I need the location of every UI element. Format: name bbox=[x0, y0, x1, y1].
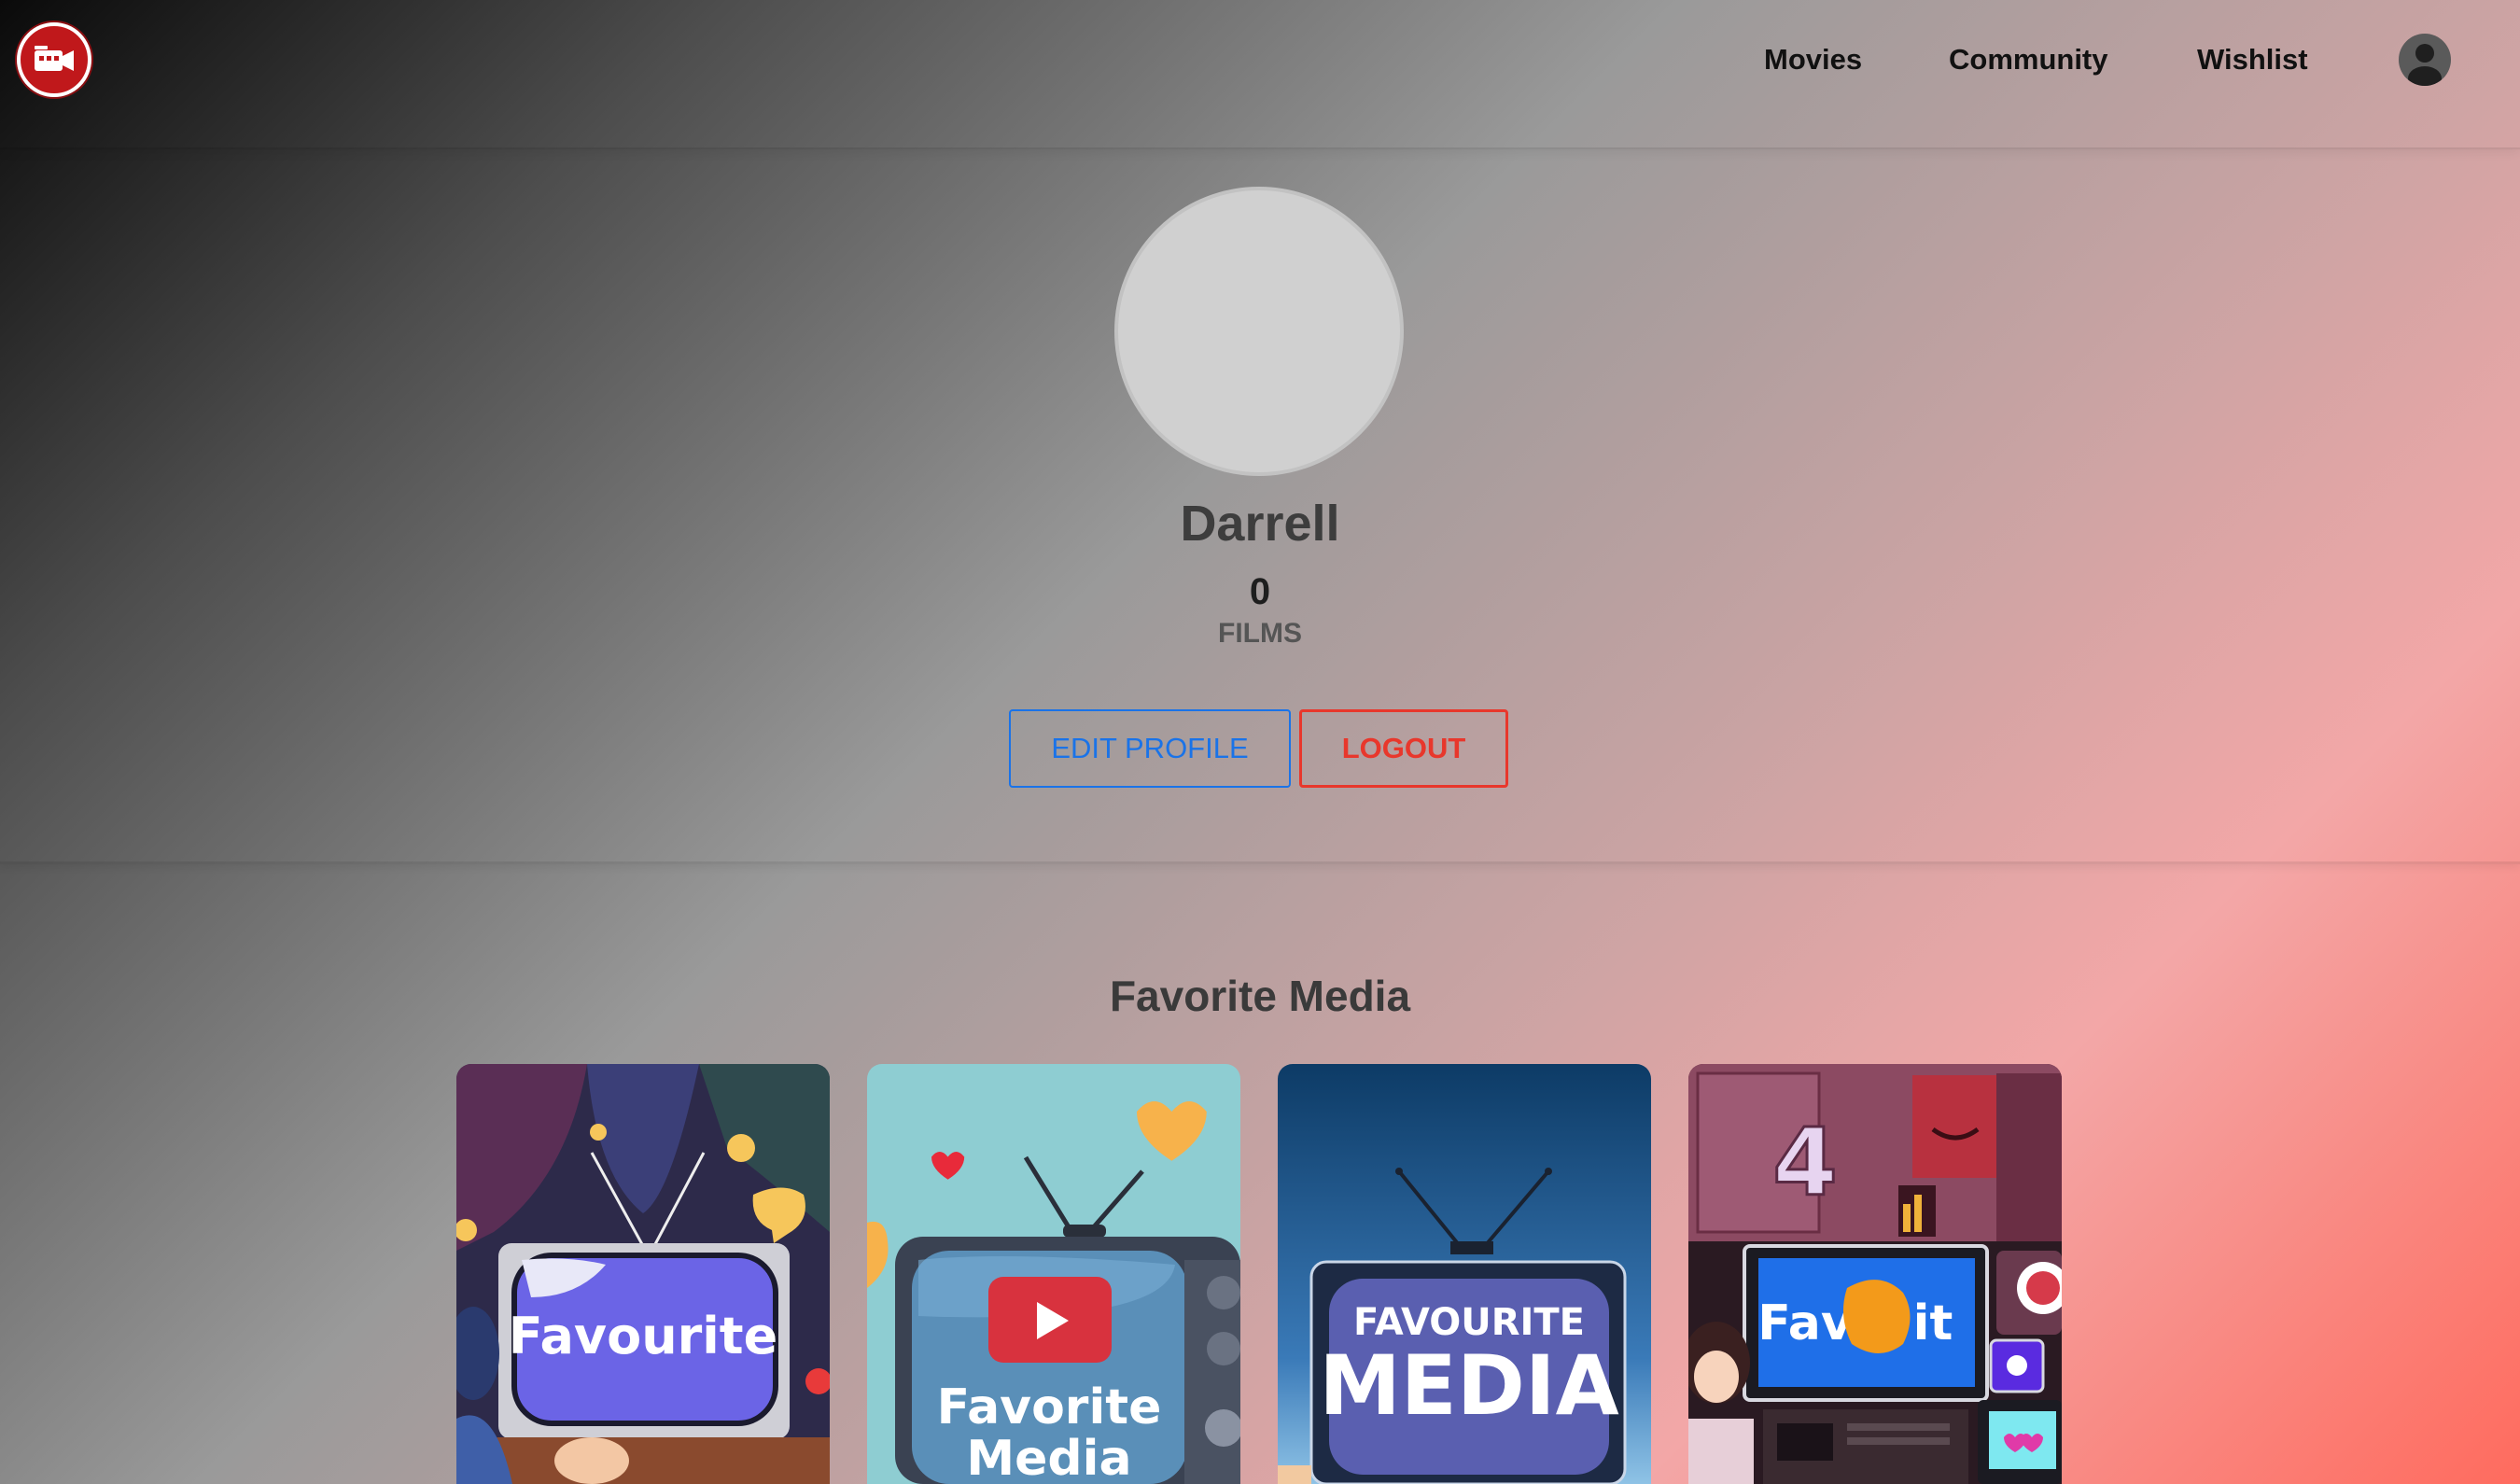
card-artwork-favourite-media: FAVOURITE MEDIA bbox=[1278, 1064, 1651, 1484]
favorite-media-card[interactable]: FAVOURITE MEDIA bbox=[1278, 1064, 1651, 1484]
favorite-media-card[interactable]: 4 Fav it bbox=[1688, 1064, 2062, 1484]
edit-profile-button[interactable]: EDIT PROFILE bbox=[1009, 709, 1291, 788]
card-artwork-tv-play: Favorite Media bbox=[867, 1064, 1240, 1484]
nav-community-link[interactable]: Community bbox=[1949, 43, 2108, 84]
favorite-media-heading: Favorite Media bbox=[1109, 972, 1411, 1020]
nav-wishlist-link[interactable]: Wishlist bbox=[2197, 43, 2308, 84]
card-4-art-number: 4 bbox=[1772, 1108, 1838, 1217]
camera-glyph bbox=[35, 46, 74, 71]
camera-icon[interactable] bbox=[17, 22, 91, 97]
favorite-media-card[interactable]: Favorite Media bbox=[867, 1064, 1240, 1484]
card-3-art-text-line2: MEDIA bbox=[1319, 1337, 1619, 1434]
favorite-media-card[interactable]: Favourite bbox=[456, 1064, 830, 1484]
card-4-art-text-a: Fav bbox=[1757, 1295, 1853, 1351]
profile-section: Darrell 0 FILMS EDIT PROFILE LOGOUT bbox=[0, 149, 2520, 864]
profile-name: Darrell bbox=[1180, 496, 1340, 552]
films-label: FILMS bbox=[1218, 618, 1302, 649]
films-count: 0 bbox=[1249, 571, 1271, 612]
top-navbar: Movies Community Wishlist bbox=[0, 0, 2520, 149]
profile-avatar bbox=[1114, 187, 1404, 476]
card-4-art-text-b: it bbox=[1913, 1295, 1953, 1351]
card-2-art-text-line2: Media bbox=[966, 1431, 1131, 1484]
card-2-art-text-line1: Favorite bbox=[937, 1379, 1162, 1435]
card-1-art-text: Favourite bbox=[509, 1307, 777, 1365]
nav-movies-link[interactable]: Movies bbox=[1764, 43, 1862, 84]
card-artwork-tv-favourite: Favourite bbox=[456, 1064, 830, 1484]
card-artwork-fav-it: 4 Fav it bbox=[1688, 1064, 2062, 1484]
user-account-icon[interactable] bbox=[2399, 34, 2451, 86]
user-silhouette bbox=[2408, 44, 2442, 86]
logout-button[interactable]: LOGOUT bbox=[1299, 709, 1508, 788]
